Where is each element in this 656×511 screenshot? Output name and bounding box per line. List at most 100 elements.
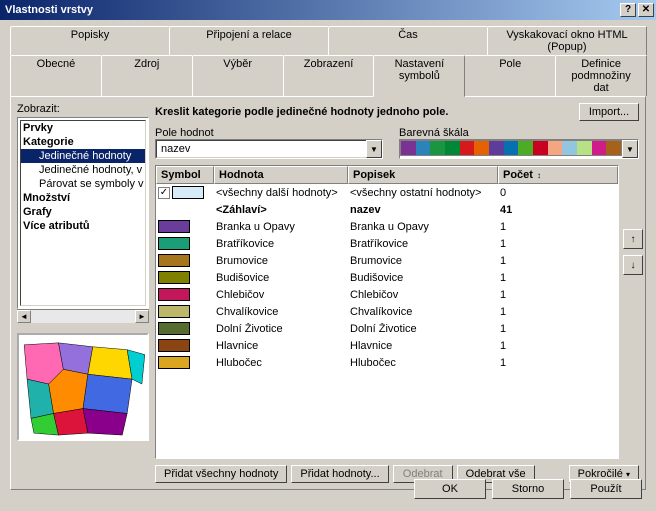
cell-label: Dolní Životice (348, 323, 498, 335)
ramp-swatch (445, 141, 460, 155)
cell-label: Branka u Opavy (348, 221, 498, 233)
ramp-swatch (474, 141, 489, 155)
import-button[interactable]: Import... (579, 103, 639, 121)
apply-button[interactable]: Použít (570, 479, 642, 499)
chevron-down-icon: ▾ (626, 470, 630, 479)
color-swatch[interactable] (158, 305, 190, 318)
cell-label: <všechny ostatní hodnoty> (348, 187, 498, 199)
tree-multi-attr[interactable]: Více atributů (21, 219, 145, 233)
table-row[interactable]: BudišoviceBudišovice1 (156, 269, 618, 286)
table-row[interactable]: Dolní ŽivoticeDolní Životice1 (156, 320, 618, 337)
category-tree[interactable]: Prvky Kategorie Jedinečné hodnoty Jedine… (17, 117, 149, 309)
table-row[interactable]: ChvalíkoviceChvalíkovice1 (156, 303, 618, 320)
tab-nastaven-symbol-[interactable]: Nastavení symbolů (373, 55, 465, 97)
cell-count: 1 (498, 340, 618, 352)
color-swatch[interactable] (158, 339, 190, 352)
value-field-value: nazev (156, 140, 366, 158)
add-all-values-button[interactable]: Přidat všechny hodnoty (155, 465, 287, 483)
table-row[interactable]: Branka u OpavyBranka u Opavy1 (156, 218, 618, 235)
cell-value: Hlubočec (214, 357, 348, 369)
cell-label: Chvalíkovice (348, 306, 498, 318)
tab-obecn-[interactable]: Obecné (10, 55, 102, 96)
tree-unique-values-many[interactable]: Jedinečné hodnoty, v (21, 163, 145, 177)
window-title: Vlastnosti vrstvy (2, 4, 618, 16)
tab-zdroj[interactable]: Zdroj (101, 55, 193, 96)
tree-quantities[interactable]: Množství (21, 191, 145, 205)
scroll-left-icon[interactable]: ◄ (17, 310, 31, 323)
cell-value: Dolní Životice (214, 323, 348, 335)
table-row[interactable]: ChlebičovChlebičov1 (156, 286, 618, 303)
color-ramp-combo[interactable]: ▼ (399, 139, 639, 159)
col-hodnota[interactable]: Hodnota (214, 166, 348, 184)
symbol-grid[interactable]: Symbol Hodnota Popisek Počet↕ ✓ <všechny … (156, 166, 618, 458)
color-swatch[interactable] (158, 220, 190, 233)
row-checkbox[interactable]: ✓ (158, 187, 170, 199)
tree-match-symbols[interactable]: Párovat se symboly v (21, 177, 145, 191)
ramp-swatch (533, 141, 548, 155)
move-down-button[interactable]: ↓ (623, 255, 643, 275)
show-label: Zobrazit: (17, 103, 149, 115)
color-swatch[interactable] (158, 356, 190, 369)
ok-button[interactable]: OK (414, 479, 486, 499)
tree-unique-values[interactable]: Jedinečné hodnoty (21, 149, 145, 163)
ramp-swatch (460, 141, 475, 155)
scroll-right-icon[interactable]: ► (135, 310, 149, 323)
tab-zobrazen-[interactable]: Zobrazení (283, 55, 375, 96)
ramp-swatch (606, 141, 621, 155)
tab-vyskakovac-okno-html-popup-[interactable]: Vyskakovací okno HTML (Popup) (487, 26, 647, 55)
tree-charts[interactable]: Grafy (21, 205, 145, 219)
tab-definice-podmno-iny-dat[interactable]: Definice podmnožiny dat (555, 55, 647, 96)
tab--as[interactable]: Čas (328, 26, 488, 55)
col-pocet[interactable]: Počet↕ (498, 166, 618, 184)
cell-count: 1 (498, 272, 618, 284)
chevron-down-icon[interactable]: ▼ (366, 140, 382, 158)
ramp-swatch (430, 141, 445, 155)
add-values-button[interactable]: Přidat hodnoty... (291, 465, 388, 483)
col-popisek[interactable]: Popisek (348, 166, 498, 184)
cell-count: 41 (498, 204, 618, 216)
chevron-down-icon[interactable]: ▼ (622, 140, 638, 158)
cell-value: Brumovice (214, 255, 348, 267)
ramp-swatch (562, 141, 577, 155)
table-row[interactable]: <Záhlaví>nazev41 (156, 201, 618, 218)
value-field-combo[interactable]: nazev ▼ (155, 139, 383, 159)
tree-prvky[interactable]: Prvky (21, 121, 145, 135)
scroll-track[interactable] (31, 310, 135, 323)
cell-value: <všechny další hodnoty> (214, 187, 348, 199)
col-symbol[interactable]: Symbol (156, 166, 214, 184)
table-row[interactable]: BrumoviceBrumovice1 (156, 252, 618, 269)
tab-popisky[interactable]: Popisky (10, 26, 170, 55)
cell-count: 1 (498, 323, 618, 335)
color-ramp-label: Barevná škála (399, 127, 639, 139)
color-swatch[interactable] (158, 322, 190, 335)
tab-v-b-r[interactable]: Výběr (192, 55, 284, 96)
cell-label: Hlubočec (348, 357, 498, 369)
cell-value: Hlavnice (214, 340, 348, 352)
cell-count: 0 (498, 187, 618, 199)
close-button[interactable]: ✕ (638, 3, 654, 17)
cell-label: Brumovice (348, 255, 498, 267)
ramp-swatch (416, 141, 431, 155)
tab-pole[interactable]: Pole (464, 55, 556, 96)
color-swatch[interactable] (158, 288, 190, 301)
cell-count: 1 (498, 221, 618, 233)
table-row[interactable]: ✓ <všechny další hodnoty><všechny ostatní… (156, 184, 618, 201)
color-swatch[interactable] (158, 237, 190, 250)
cell-value: Branka u Opavy (214, 221, 348, 233)
cell-count: 1 (498, 238, 618, 250)
table-row[interactable]: HlubočecHlubočec1 (156, 354, 618, 371)
table-row[interactable]: BratříkoviceBratříkovice1 (156, 235, 618, 252)
cell-value: Bratříkovice (214, 238, 348, 250)
cell-value: Budišovice (214, 272, 348, 284)
tree-kategorie[interactable]: Kategorie (21, 135, 145, 149)
color-swatch[interactable] (158, 254, 190, 267)
table-row[interactable]: HlavniceHlavnice1 (156, 337, 618, 354)
help-button[interactable]: ? (620, 3, 636, 17)
cell-label: Bratříkovice (348, 238, 498, 250)
color-swatch[interactable] (172, 186, 204, 199)
move-up-button[interactable]: ↑ (623, 229, 643, 249)
ramp-swatch (504, 141, 519, 155)
tab-p-ipojen-a-relace[interactable]: Připojení a relace (169, 26, 329, 55)
color-swatch[interactable] (158, 271, 190, 284)
cancel-button[interactable]: Storno (492, 479, 564, 499)
